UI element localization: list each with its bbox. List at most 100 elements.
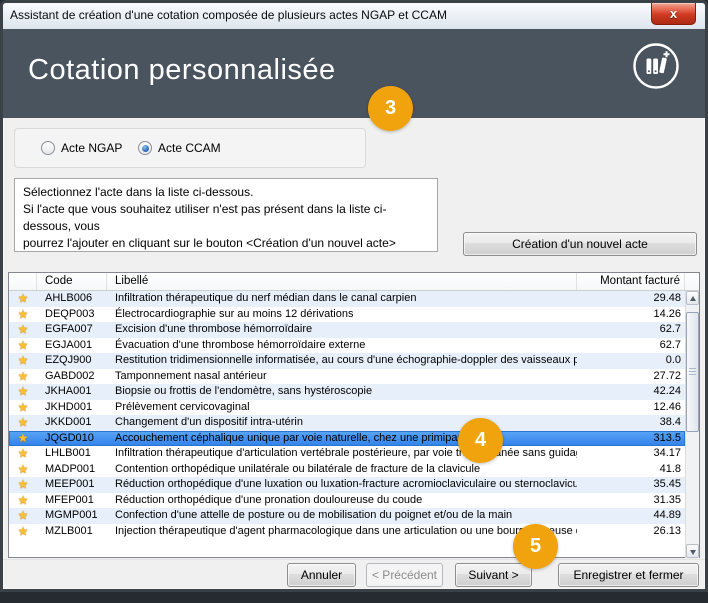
triangle-down-icon — [690, 550, 696, 555]
favorite-star-icon[interactable]: ★ — [18, 369, 29, 383]
row-code: AHLB006 — [37, 291, 107, 307]
favorite-star-icon[interactable]: ★ — [18, 291, 29, 305]
column-header-montant[interactable]: Montant facturé — [577, 273, 685, 290]
column-header-code[interactable]: Code — [37, 273, 107, 290]
row-montant: 313.5 — [577, 431, 685, 447]
table-row[interactable]: ★ AHLB006 Infiltration thérapeutique du … — [9, 291, 685, 307]
step-badge-3: 3 — [368, 86, 413, 131]
row-libelle: Injection thérapeutique d'agent pharmaco… — [107, 524, 577, 540]
row-libelle: Prélèvement cervicovaginal — [107, 400, 577, 416]
save-close-button[interactable]: Enregistrer et fermer — [558, 563, 699, 587]
table-row[interactable]: ★ JQGD010 Accouchement céphalique unique… — [9, 431, 685, 447]
cancel-button[interactable]: Annuler — [287, 563, 356, 587]
table-row[interactable]: ★ JKHD001 Prélèvement cervicovaginal 12.… — [9, 400, 685, 416]
row-montant: 62.7 — [577, 322, 685, 338]
radio-acte-ngap-label: Acte NGAP — [61, 141, 122, 155]
acte-type-group: Acte NGAP Acte CCAM — [14, 128, 366, 168]
row-montant: 44.89 — [577, 508, 685, 524]
favorite-star-icon[interactable]: ★ — [18, 338, 29, 352]
table-row[interactable]: ★ MEEP001 Réduction orthopédique d'une l… — [9, 477, 685, 493]
scrollbar-thumb[interactable] — [686, 312, 699, 432]
row-code: DEQP003 — [37, 307, 107, 323]
table-row[interactable]: ★ EGFA007 Excision d'une thrombose hémor… — [9, 322, 685, 338]
favorite-star-icon[interactable]: ★ — [18, 462, 29, 476]
row-code: JQGD010 — [37, 431, 107, 447]
row-code: EZQJ900 — [37, 353, 107, 369]
row-libelle: Réduction orthopédique d'une luxation ou… — [107, 477, 577, 493]
favorite-star-icon[interactable]: ★ — [18, 353, 29, 367]
window-title: Assistant de création d'une cotation com… — [10, 8, 447, 22]
row-libelle: Électrocardiographie sur au moins 12 dér… — [107, 307, 577, 323]
vertical-scrollbar[interactable] — [685, 291, 699, 558]
scroll-up-arrow[interactable] — [686, 291, 699, 305]
table-row[interactable]: ★ EZQJ900 Restitution tridimensionnelle … — [9, 353, 685, 369]
table-row[interactable]: ★ MZLB001 Injection thérapeutique d'agen… — [9, 524, 685, 540]
favorite-star-icon[interactable]: ★ — [18, 493, 29, 507]
favorite-star-icon[interactable]: ★ — [18, 415, 29, 429]
row-montant: 41.8 — [577, 462, 685, 478]
table-body: ★ AHLB006 Infiltration thérapeutique du … — [9, 291, 685, 539]
favorite-star-icon[interactable]: ★ — [18, 524, 29, 538]
row-montant: 31.35 — [577, 493, 685, 509]
row-libelle: Évacuation d'une thrombose hémorroïdaire… — [107, 338, 577, 354]
row-libelle: Excision d'une thrombose hémorroïdaire — [107, 322, 577, 338]
row-libelle: Tamponnement nasal antérieur — [107, 369, 577, 385]
table-row[interactable]: ★ GABD002 Tamponnement nasal antérieur 2… — [9, 369, 685, 385]
row-montant: 12.46 — [577, 400, 685, 416]
table-row[interactable]: ★ JKKD001 Changement d'un dispositif int… — [9, 415, 685, 431]
row-montant: 38.4 — [577, 415, 685, 431]
row-code: EGJA001 — [37, 338, 107, 354]
favorite-star-icon[interactable]: ★ — [18, 322, 29, 336]
close-button[interactable]: x — [651, 3, 696, 25]
row-code: JKHD001 — [37, 400, 107, 416]
table-row[interactable]: ★ MGMP001 Confection d'une attelle de po… — [9, 508, 685, 524]
row-montant: 27.72 — [577, 369, 685, 385]
row-code: EGFA007 — [37, 322, 107, 338]
favorite-star-icon[interactable]: ★ — [18, 400, 29, 414]
favorite-star-icon[interactable]: ★ — [18, 508, 29, 522]
row-libelle: Infiltration thérapeutique d'articulatio… — [107, 446, 577, 462]
row-code: MEEP001 — [37, 477, 107, 493]
acts-table: Code Libellé Montant facturé ★ AHLB006 I… — [8, 272, 700, 558]
table-row[interactable]: ★ LHLB001 Infiltration thérapeutique d'a… — [9, 446, 685, 462]
create-new-act-button[interactable]: Création d'un nouvel acte — [463, 232, 697, 256]
row-libelle: Changement d'un dispositif intra-utérin — [107, 415, 577, 431]
favorite-star-icon[interactable]: ★ — [18, 446, 29, 460]
favorite-star-icon[interactable]: ★ — [18, 477, 29, 491]
table-header: Code Libellé Montant facturé — [9, 273, 699, 291]
title-bar[interactable]: Assistant de création d'une cotation com… — [3, 3, 705, 29]
row-code: MZLB001 — [37, 524, 107, 540]
thumb-grip-icon — [689, 368, 696, 375]
table-row[interactable]: ★ MFEP001 Réduction orthopédique d'une p… — [9, 493, 685, 509]
favorite-star-icon[interactable]: ★ — [18, 307, 29, 321]
radio-acte-ccam[interactable]: Acte CCAM — [138, 141, 221, 155]
favorite-star-icon[interactable]: ★ — [18, 384, 29, 398]
radio-acte-ngap[interactable]: Acte NGAP — [41, 141, 122, 155]
table-row[interactable]: ★ EGJA001 Évacuation d'une thrombose hém… — [9, 338, 685, 354]
row-montant: 14.26 — [577, 307, 685, 323]
next-button[interactable]: Suivant > — [455, 563, 532, 587]
row-montant: 42.24 — [577, 384, 685, 400]
wizard-header: Cotation personnalisée — [3, 29, 705, 118]
triangle-up-icon — [690, 296, 696, 301]
table-row[interactable]: ★ JKHA001 Biopsie ou frottis de l'endomè… — [9, 384, 685, 400]
row-code: GABD002 — [37, 369, 107, 385]
favorite-star-icon[interactable]: ★ — [18, 431, 29, 445]
step-badge-4: 4 — [458, 418, 503, 463]
table-row[interactable]: ★ MADP001 Contention orthopédique unilat… — [9, 462, 685, 478]
row-montant: 34.17 — [577, 446, 685, 462]
radio-selected-icon — [138, 141, 152, 155]
close-icon: x — [670, 6, 677, 21]
scroll-down-arrow[interactable] — [686, 544, 699, 558]
column-header-libelle[interactable]: Libellé — [107, 273, 577, 290]
instructions-text: Sélectionnez l'acte dans la liste ci-des… — [14, 178, 438, 252]
row-libelle: Restitution tridimensionnelle informatis… — [107, 353, 577, 369]
previous-button[interactable]: < Précédent — [366, 563, 443, 587]
step-badge-5: 5 — [513, 524, 558, 569]
column-header-star[interactable] — [9, 273, 37, 290]
dialog-window: Assistant de création d'une cotation com… — [0, 0, 708, 592]
row-montant: 35.45 — [577, 477, 685, 493]
radio-acte-ccam-label: Acte CCAM — [158, 141, 221, 155]
row-libelle: Contention orthopédique unilatérale ou b… — [107, 462, 577, 478]
table-row[interactable]: ★ DEQP003 Électrocardiographie sur au mo… — [9, 307, 685, 323]
